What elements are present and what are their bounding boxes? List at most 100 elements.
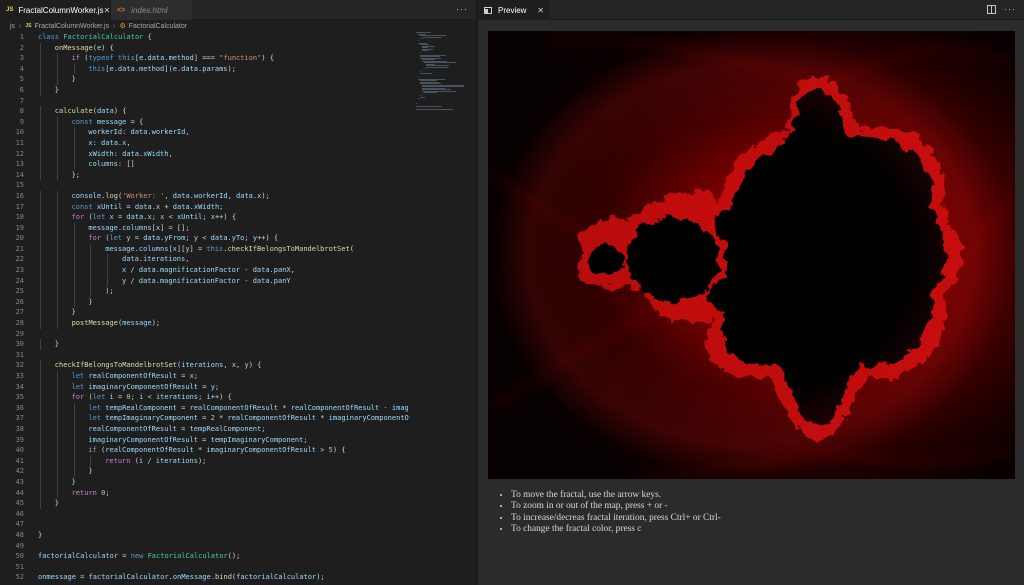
code-token: magnificationFactor: [159, 276, 241, 285]
code-line[interactable]: 45}: [0, 498, 410, 509]
indent-guide: [56, 371, 58, 382]
code-line[interactable]: 33 let realComponentOfResult = x;: [0, 371, 410, 382]
code-line[interactable]: 26}: [0, 296, 410, 308]
code-line[interactable]: 38 realComponentOfResult = tempRealCompon…: [0, 423, 410, 435]
mandelbrot-canvas[interactable]: [488, 31, 1015, 479]
code-token: yTo: [231, 234, 245, 243]
code-line[interactable]: 2 onMessage(e) {: [0, 42, 410, 54]
code-line[interactable]: 49: [0, 541, 410, 552]
line-number: 23: [15, 266, 24, 275]
minimap[interactable]: [412, 32, 476, 112]
minimap-line: [422, 50, 429, 51]
indent-guide: [40, 74, 41, 85]
minimap-line: [422, 69, 423, 71]
code-line[interactable]: 39 imaginaryComponentOfResult = tempImagi…: [0, 434, 410, 446]
line-number: 9: [19, 117, 24, 126]
code-text: return (i / iterations);: [105, 456, 206, 467]
code-line[interactable]: 30}: [0, 339, 410, 350]
code-line[interactable]: 15: [0, 180, 410, 191]
code-token: yFrom: [164, 234, 186, 243]
code-line[interactable]: 46: [0, 509, 410, 520]
instructions-list: To move the fractal, use the arrow keys.…: [497, 490, 997, 535]
breadcrumb-class[interactable]: FactorialCalculator: [129, 23, 187, 30]
code-line[interactable]: 41 return (i / iterations);: [0, 455, 410, 467]
code-text: const message = {: [72, 117, 144, 128]
indent-guide: [40, 212, 41, 223]
code-token: =: [176, 403, 190, 412]
code-line[interactable]: 35 for (let i = 0; i < iterations; i++) {: [0, 392, 410, 403]
code-token: ;: [219, 202, 224, 211]
code-line[interactable]: 20 for (let y = data.yFrom; y < data.yTo;…: [0, 233, 410, 244]
line-number: 37: [15, 414, 24, 423]
indent-guide: [56, 307, 58, 319]
code-line[interactable]: 12 xWidth: data.xWidth,: [0, 148, 410, 160]
code-line[interactable]: 29: [0, 329, 410, 340]
line-number: 16: [15, 191, 24, 200]
code-line[interactable]: 10 workerId: data.workerId,: [0, 127, 410, 138]
code-line[interactable]: 19 message.columns[x] = [];: [0, 222, 410, 234]
code-line[interactable]: 43}: [0, 476, 410, 488]
code-line[interactable]: 7: [0, 96, 410, 107]
indent-guide: [90, 265, 92, 276]
code-line[interactable]: 27}: [0, 307, 410, 319]
code-line[interactable]: 52 onmessage = factorialCalculator.onMess…: [0, 572, 410, 583]
code-line[interactable]: 13 columns: []: [0, 159, 410, 170]
code-line[interactable]: 5}: [0, 74, 410, 85]
code-line[interactable]: 44 return 0;: [0, 487, 410, 499]
code-line[interactable]: 17 const xUntil = data.x + data.xWidth;: [0, 201, 410, 213]
code-token: data: [122, 149, 139, 158]
code-line[interactable]: 37 let tempImaginaryComponent = 2 * realC…: [0, 413, 410, 424]
code-editor[interactable]: JS FractalColumnWorker.js ✕ <> index.htm…: [0, 0, 476, 585]
code-line[interactable]: 21 message.columns[x][y] = this.checkIfBe…: [0, 243, 410, 255]
breadcrumb-folder[interactable]: js: [10, 23, 15, 30]
split-editor-icon[interactable]: [987, 5, 996, 14]
code-line[interactable]: 18 for (let x = data.x; x < xUntil; x++) …: [0, 212, 410, 223]
code-line[interactable]: 32 checkIfBelongsToMandelbrotSet(iteratio…: [0, 360, 410, 371]
minimap-line: [424, 92, 438, 93]
code-line[interactable]: 31: [0, 350, 410, 361]
tab-preview[interactable]: Preview ✕: [478, 0, 550, 20]
code-line[interactable]: 6}: [0, 84, 410, 96]
code-line[interactable]: 8 calculate(data) {: [0, 106, 410, 117]
code-line[interactable]: 40 if (realComponentOfResult * imaginaryC…: [0, 445, 410, 456]
indent-guide: [56, 212, 58, 223]
code-line[interactable]: 24 y / data.magnificationFactor - data.pa…: [0, 275, 410, 287]
code-area[interactable]: 1 class FactorialCalculator {2 onMessage(e…: [0, 32, 410, 585]
code-token: ();: [227, 552, 241, 561]
code-text: this[e.data.method](e.data.params);: [88, 64, 236, 75]
line-number: 2: [19, 43, 24, 52]
code-token: /: [143, 456, 156, 465]
more-actions-icon[interactable]: ···: [1004, 4, 1016, 14]
code-line[interactable]: 14};: [0, 169, 410, 181]
code-line[interactable]: 11 x: data.x,: [0, 137, 410, 149]
breadcrumb-file[interactable]: FractalColumnWorker.js: [35, 23, 110, 30]
code-line[interactable]: 36 let tempRealComponent = realComponentO…: [0, 402, 410, 414]
code-text: for (let i = 0; i < iterations; i++) {: [72, 392, 232, 403]
code-line[interactable]: 42}: [0, 466, 410, 477]
code-line[interactable]: 1 class FactorialCalculator {: [0, 32, 410, 43]
code-line[interactable]: 3 if (typeof this[e.data.method] === "fun…: [0, 53, 410, 64]
code-line[interactable]: 25);: [0, 286, 410, 297]
code-token: );: [261, 191, 270, 200]
code-line[interactable]: 16 console.log('Worker: ', data.workerId,…: [0, 190, 410, 202]
close-icon[interactable]: ✕: [537, 6, 544, 15]
code-line[interactable]: 48}: [0, 530, 410, 541]
code-line[interactable]: 47: [0, 519, 410, 530]
code-line[interactable]: 51: [0, 562, 410, 573]
minimap-line: [418, 98, 419, 99]
code-line[interactable]: 9 const message = {: [0, 116, 410, 128]
more-actions-icon[interactable]: ···: [456, 4, 468, 14]
tab-index-html[interactable]: <> index.html: [110, 0, 192, 20]
indent-guide: [56, 318, 58, 329]
code-line[interactable]: 28 postMessage(message);: [0, 318, 410, 329]
code-line[interactable]: 4 this[e.data.method](e.data.params);: [0, 63, 410, 75]
code-line[interactable]: 22 data.iterations,: [0, 254, 410, 266]
indent-guide: [73, 148, 75, 160]
code-line[interactable]: 34 let imaginaryComponentOfResult = y;: [0, 381, 410, 393]
code-line[interactable]: 23 x / data.magnificationFactor - data.pa…: [0, 265, 410, 276]
code-text: factorialCalculator = new FactorialCalcu…: [38, 551, 240, 562]
tab-fractal-column-worker[interactable]: JS FractalColumnWorker.js ✕: [0, 0, 110, 20]
indent-guide: [90, 243, 92, 255]
code-line[interactable]: 50 factorialCalculator = new FactorialCal…: [0, 551, 410, 562]
indent-guide: [56, 127, 58, 138]
